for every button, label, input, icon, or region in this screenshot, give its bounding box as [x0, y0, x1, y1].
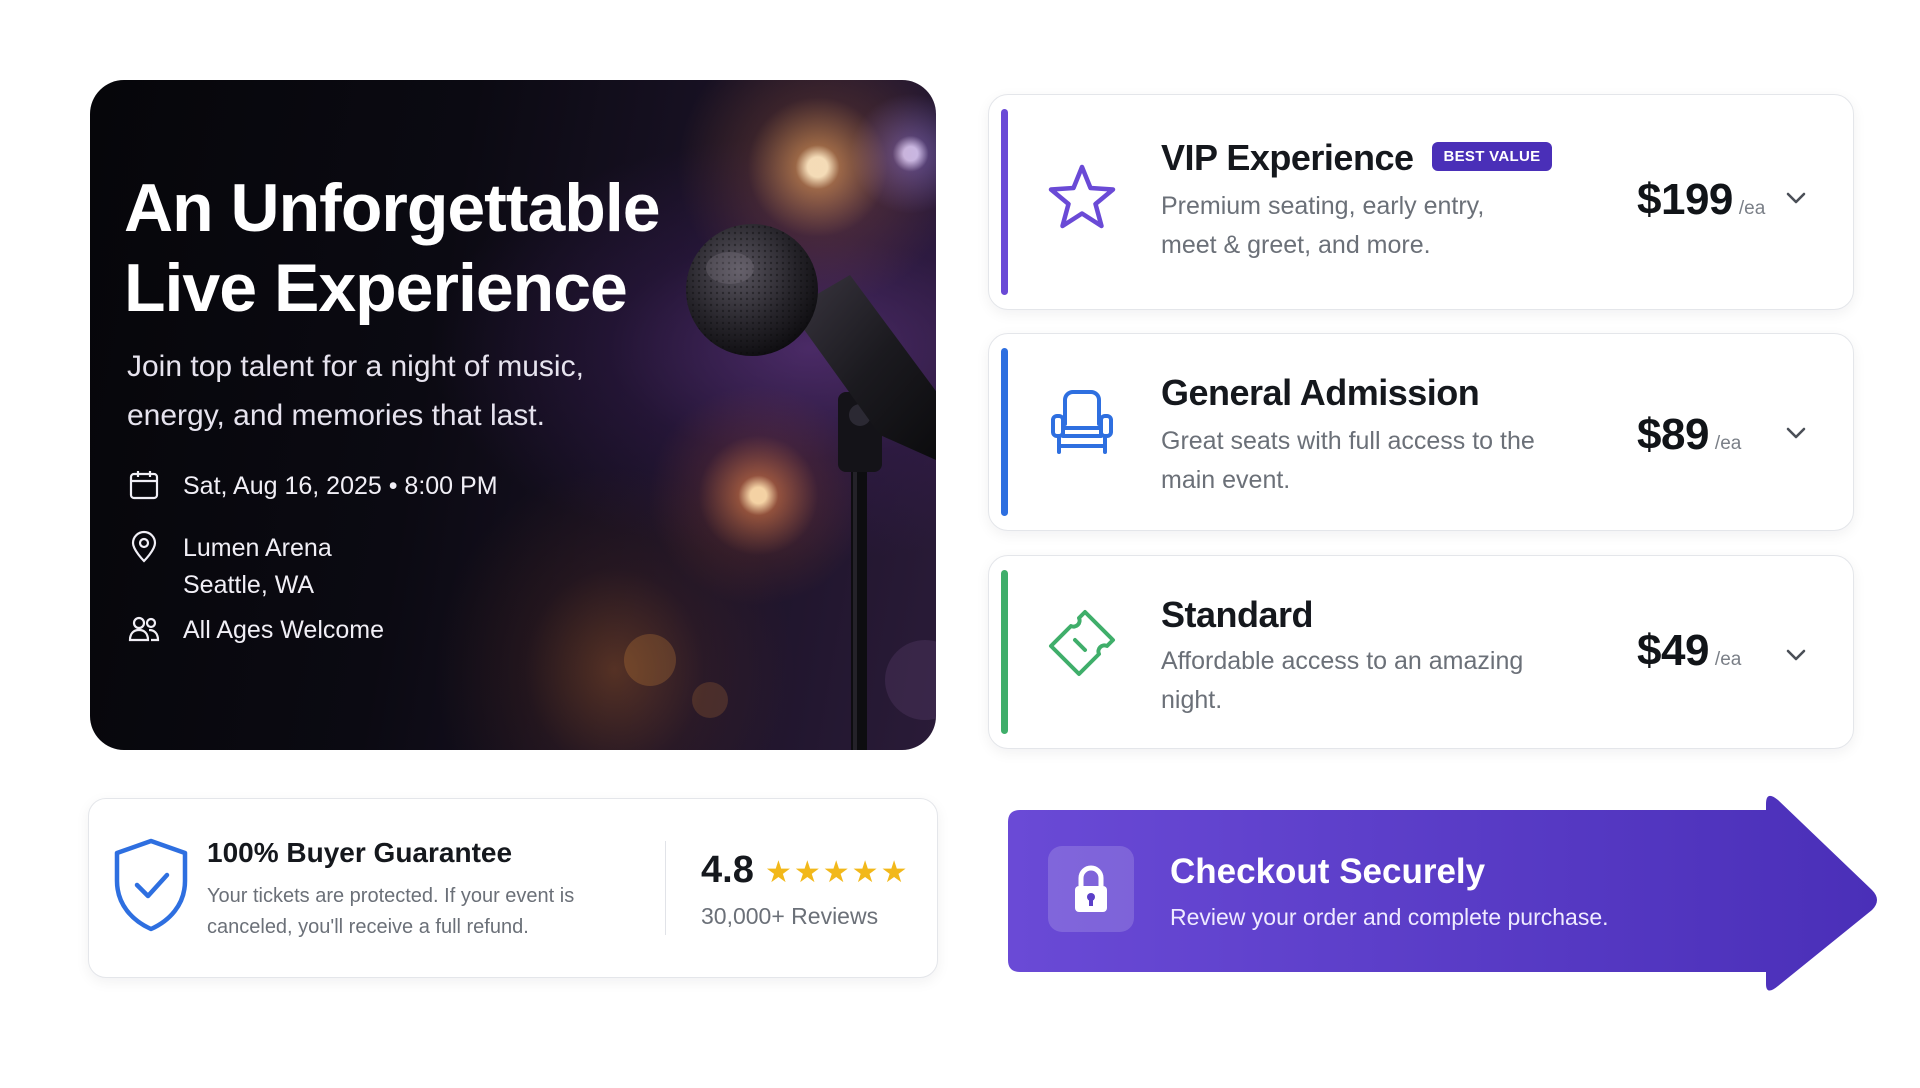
event-date: Sat, Aug 16, 2025 • 8:00 PM — [127, 468, 498, 505]
ticket-option-vip[interactable]: VIP Experience BEST VALUE Premium seating… — [988, 94, 1854, 310]
venue-city: Seattle, WA — [183, 571, 315, 599]
people-icon — [128, 616, 160, 642]
seat-icon — [1051, 390, 1113, 454]
location-pin-icon — [131, 530, 157, 563]
checkout-button[interactable]: Checkout Securely Review your order and … — [1004, 794, 1884, 994]
lock-icon — [1075, 865, 1107, 912]
ticket-accent-bar — [1001, 348, 1008, 516]
checkout-arrow-shape — [1008, 795, 1877, 991]
lock-icon-tile — [1048, 846, 1134, 932]
ticket-accent-bar — [1001, 109, 1008, 295]
ticket-name: Standard — [1161, 594, 1314, 635]
ticket-price-value: $49 — [1637, 626, 1709, 675]
ticket-price: $199/ea — [1637, 175, 1765, 225]
chevron-down-icon[interactable] — [1783, 185, 1809, 211]
ticket-price-value: $199 — [1637, 175, 1733, 224]
best-value-badge: BEST VALUE — [1431, 141, 1553, 171]
ticket-description: Great seats with full access to the main… — [1161, 427, 1535, 494]
event-date-text: Sat, Aug 16, 2025 • 8:00 PM — [183, 472, 498, 500]
checkout-subtitle: Review your order and complete purchase. — [1170, 904, 1609, 930]
ticket-price-unit: /ea — [1714, 649, 1742, 670]
calendar-icon — [129, 471, 159, 500]
ticket-description: Affordable access to an amazing night. — [1161, 647, 1524, 714]
ticket-name-text: VIP Experience — [1161, 137, 1414, 178]
ticket-price: $49/ea — [1637, 626, 1741, 676]
hero-title-line1: An Unforgettable — [124, 170, 661, 246]
rating-value: 4.8 — [701, 849, 754, 891]
buyer-guarantee-card: 100% Buyer Guarantee Your tickets are pr… — [88, 798, 938, 978]
hero-subtitle: Join top talent for a night of music, en… — [127, 350, 584, 432]
ticket-accent-bar — [1001, 570, 1008, 734]
shield-check-icon — [114, 838, 188, 932]
guarantee-text: Your tickets are protected. If your even… — [207, 885, 575, 938]
event-ages: All Ages Welcome — [127, 612, 384, 649]
divider — [665, 841, 666, 935]
ticket-price-unit: /ea — [1738, 198, 1766, 219]
ticket-name: VIP Experience BEST VALUE — [1161, 137, 1553, 179]
ticket-icon — [1049, 610, 1115, 676]
ticket-price: $89/ea — [1637, 410, 1741, 460]
hero-banner: An Unforgettable Live Experience Join to… — [90, 80, 936, 750]
event-location: Lumen Arena Seattle, WA — [127, 530, 332, 604]
chevron-down-icon[interactable] — [1783, 420, 1809, 446]
ticket-name: General Admission — [1161, 372, 1480, 413]
event-location-text: Lumen Arena Seattle, WA — [183, 530, 332, 604]
star-icon — [1048, 164, 1116, 229]
ticket-price-value: $89 — [1637, 410, 1709, 459]
ticket-option-general-admission[interactable]: General Admission Great seats with full … — [988, 333, 1854, 531]
event-ages-text: All Ages Welcome — [183, 616, 385, 644]
guarantee-title: 100% Buyer Guarantee — [207, 837, 513, 868]
venue-name: Lumen Arena — [183, 534, 332, 562]
ticket-price-unit: /ea — [1714, 433, 1742, 454]
checkout-title: Checkout Securely — [1170, 852, 1486, 891]
rating-stars: ★★★★★ — [765, 856, 910, 889]
review-count: 30,000+ Reviews — [701, 903, 879, 929]
chevron-down-icon[interactable] — [1783, 642, 1809, 668]
ticket-description: Premium seating, early entry, meet & gre… — [1161, 192, 1485, 259]
hero-title: An Unforgettable Live Experience — [124, 168, 724, 328]
ticket-option-standard[interactable]: Standard Affordable access to an amazing… — [988, 555, 1854, 749]
hero-title-line2: Live Experience — [124, 250, 628, 326]
